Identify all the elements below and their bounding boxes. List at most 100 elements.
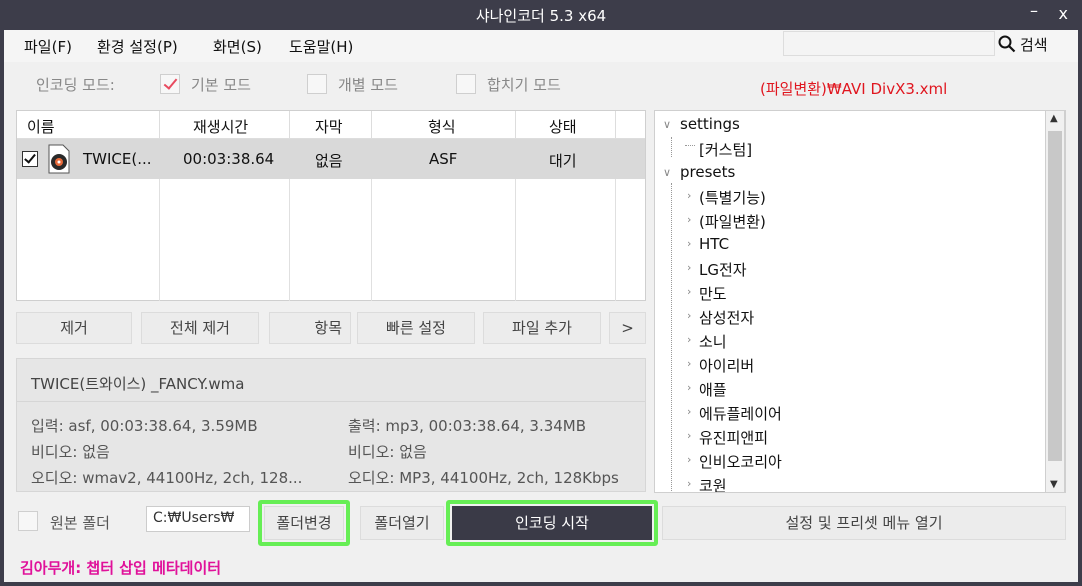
row-duration: 00:03:38.64 (183, 150, 275, 168)
file-info-panel: TWICE(트와이스) _FANCY.wma 입력: asf, 00:03:38… (16, 358, 646, 492)
column-status[interactable]: 상태 (549, 116, 577, 137)
info-input-video: 비디오: 없음 (31, 443, 110, 461)
minimize-button[interactable]: – (1030, 1, 1038, 20)
menu-help[interactable]: 도움말(H) (289, 36, 353, 57)
info-input-audio: 오디오: wmav2, 44100Hz, 2ch, 128... (31, 469, 303, 487)
chevron-right-icon[interactable]: › (687, 261, 691, 274)
tree-node-preset[interactable]: 코원 (699, 475, 727, 492)
app-window: 샤나인코더 5.3 x64 – x 파일(F) 환경 설정(P) 화면(S) 도… (0, 0, 1082, 586)
tree-node-preset[interactable]: 삼성전자 (699, 307, 754, 328)
chevron-right-icon[interactable]: › (687, 285, 691, 298)
add-file-button[interactable]: 파일 추가 (483, 312, 601, 344)
chevron-down-icon[interactable]: ∨ (663, 118, 671, 131)
tree-node-presets[interactable]: presets (680, 163, 735, 181)
info-output-audio: 오디오: MP3, 44100Hz, 2ch, 128Kbps (348, 469, 619, 487)
column-subtitle[interactable]: 자막 (315, 116, 343, 137)
file-list-header: 이름 재생시간 자막 형식 상태 (17, 111, 645, 139)
window-title: 샤나인코더 5.3 x64 (475, 7, 607, 25)
output-path-field[interactable]: C:₩Users₩ (146, 506, 250, 532)
tree-node-preset[interactable]: (특별기능) (699, 187, 766, 208)
individual-mode-label: 개별 모드 (338, 76, 398, 94)
search-icon (998, 35, 1016, 53)
status-text: 김아무개: 챕터 삽입 메타데이터 (20, 559, 222, 577)
chevron-right-icon[interactable]: › (687, 429, 691, 442)
info-input: 입력: asf, 00:03:38.64, 3.59MB (31, 417, 258, 435)
items-button[interactable]: 항목 (269, 312, 351, 344)
basic-mode-label: 기본 모드 (191, 76, 251, 94)
more-button[interactable]: > (609, 312, 646, 344)
tree-node-preset[interactable]: 인비오코리아 (699, 451, 782, 472)
chevron-right-icon[interactable]: › (687, 333, 691, 346)
chevron-right-icon[interactable]: › (687, 477, 691, 490)
menu-bar: 파일(F) 환경 설정(P) 화면(S) 도움말(H) 검색 (4, 30, 1078, 62)
original-folder-label: 원본 폴더 (50, 514, 110, 532)
tree-scrollbar[interactable]: ▲ ▼ (1045, 110, 1065, 493)
start-encoding-button[interactable]: 인코딩 시작 (452, 506, 652, 540)
row-format: ASF (429, 150, 458, 168)
chevron-right-icon[interactable]: › (687, 189, 691, 202)
row-checkbox[interactable] (22, 151, 38, 167)
file-list[interactable]: 이름 재생시간 자막 형식 상태 TWICE(... 00:03:38.64 없… (16, 110, 646, 301)
change-folder-button[interactable]: 폴더변경 (264, 506, 344, 540)
close-button[interactable]: x (1059, 4, 1068, 23)
encoding-mode-label: 인코딩 모드: (36, 76, 115, 94)
info-filename: TWICE(트와이스) _FANCY.wma (31, 375, 245, 393)
quick-settings-button[interactable]: 빠른 설정 (357, 312, 475, 344)
info-output: 출력: mp3, 00:03:38.64, 3.34MB (348, 417, 587, 435)
tree-node-preset[interactable]: 유진피앤피 (699, 427, 768, 448)
tree-node-preset[interactable]: LG전자 (699, 259, 747, 280)
tree-node-preset[interactable]: 아이리버 (699, 355, 754, 376)
basic-mode-checkbox[interactable] (160, 74, 180, 94)
individual-mode-checkbox[interactable] (307, 74, 327, 94)
chevron-right-icon[interactable]: › (687, 213, 691, 226)
title-bar: 샤나인코더 5.3 x64 – x (0, 0, 1082, 30)
remove-all-button[interactable]: 전체 제거 (141, 312, 259, 344)
chevron-right-icon[interactable]: › (687, 453, 691, 466)
file-actions: 제거 전체 제거 항목 빠른 설정 파일 추가 > (16, 312, 646, 346)
chevron-down-icon[interactable]: ∨ (663, 166, 671, 179)
audio-file-icon (48, 144, 70, 174)
tree-node-preset[interactable]: 만도 (699, 283, 727, 304)
open-settings-menu-button[interactable]: 설정 및 프리셋 메뉴 열기 (662, 506, 1066, 540)
menu-view[interactable]: 화면(S) (213, 36, 262, 57)
row-status: 대기 (549, 152, 577, 170)
search-label: 검색 (1020, 36, 1048, 54)
table-row[interactable]: TWICE(... 00:03:38.64 없음 ASF 대기 (17, 139, 645, 179)
tree-node-preset[interactable]: 소니 (699, 331, 727, 352)
row-subtitle: 없음 (315, 152, 343, 170)
remove-button[interactable]: 제거 (16, 312, 132, 344)
column-name[interactable]: 이름 (27, 116, 55, 137)
status-bar: 김아무개: 챕터 삽입 메타데이터 (4, 550, 1078, 582)
original-folder-checkbox[interactable] (18, 511, 38, 531)
encoding-mode-group: 인코딩 모드: 기본 모드 개별 모드 합치기 모드 (4, 66, 654, 102)
tree-node-preset[interactable]: 에듀플레이어 (699, 403, 782, 424)
preset-tree[interactable]: ∨ settings [커스텀] ∨ presets › (특별기능) › (파일변환… (654, 110, 1066, 493)
tree-node-settings[interactable]: settings (680, 115, 740, 133)
chevron-right-icon[interactable]: › (687, 309, 691, 322)
info-output-video: 비디오: 없음 (348, 443, 427, 461)
row-name: TWICE(... (83, 150, 152, 168)
chevron-right-icon[interactable]: › (687, 357, 691, 370)
search-button[interactable]: 검색 (998, 34, 1048, 55)
search-input[interactable] (783, 31, 995, 56)
column-format[interactable]: 형식 (428, 116, 456, 137)
open-folder-button[interactable]: 폴더열기 (360, 506, 444, 540)
main-client-area: 파일(F) 환경 설정(P) 화면(S) 도움말(H) 검색 인코딩 모드: 기… (4, 30, 1078, 582)
column-duration[interactable]: 재생시간 (193, 116, 248, 137)
scroll-thumb[interactable] (1048, 131, 1062, 461)
current-preset-path: (파일변환)₩AVI DivX3.xml (760, 80, 948, 98)
menu-settings[interactable]: 환경 설정(P) (97, 36, 178, 57)
menu-file[interactable]: 파일(F) (24, 36, 72, 57)
scroll-up-icon[interactable]: ▲ (1050, 113, 1058, 124)
scroll-down-icon[interactable]: ▼ (1050, 479, 1058, 490)
chevron-right-icon[interactable]: › (687, 405, 691, 418)
merge-mode-checkbox[interactable] (456, 74, 476, 94)
tree-node-preset[interactable]: (파일변환) (699, 211, 766, 232)
tree-node-preset[interactable]: HTC (699, 235, 729, 253)
bottom-bar: 원본 폴더 C:₩Users₩ 폴더변경 폴더열기 인코딩 시작 설정 및 프리… (4, 500, 1078, 546)
merge-mode-label: 합치기 모드 (487, 76, 561, 94)
tree-node-custom[interactable]: [커스텀] (699, 139, 752, 160)
tree-node-preset[interactable]: 애플 (699, 379, 727, 400)
chevron-right-icon[interactable]: › (687, 237, 691, 250)
chevron-right-icon[interactable]: › (687, 381, 691, 394)
